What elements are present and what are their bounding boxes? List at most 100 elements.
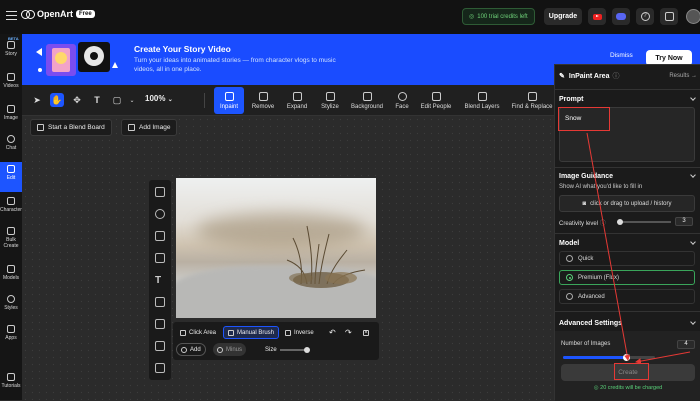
info-icon[interactable]: ⓘ bbox=[600, 221, 606, 227]
youtube-icon bbox=[592, 13, 602, 20]
creativity-value[interactable]: 3 bbox=[675, 217, 693, 226]
text-icon[interactable]: T bbox=[155, 275, 165, 286]
upgrade-button[interactable]: Upgrade bbox=[544, 8, 582, 25]
manual-brush-button[interactable]: Manual Brush bbox=[223, 326, 280, 339]
video-icon bbox=[7, 73, 15, 81]
select-tool-icon[interactable]: ➤ bbox=[30, 93, 44, 107]
results-link[interactable]: Results → bbox=[669, 73, 697, 79]
panel-header: ✎ InPaint Area ⓘ Results → bbox=[555, 69, 700, 83]
slider-knob[interactable] bbox=[622, 354, 630, 361]
shapes-icon[interactable] bbox=[155, 297, 165, 307]
button-label: Manual Brush bbox=[237, 329, 275, 336]
menu-icon[interactable] bbox=[6, 11, 17, 20]
start-blend-board-button[interactable]: Start a Blend Board bbox=[30, 119, 112, 136]
tool-stylize[interactable]: Stylize bbox=[315, 87, 345, 114]
chevron-down-icon[interactable]: ⌄ bbox=[125, 93, 139, 107]
tutorials-icon bbox=[7, 373, 15, 381]
zoom-level[interactable]: 100% ⌄ bbox=[145, 94, 173, 103]
plus-icon bbox=[181, 346, 187, 353]
sidebar-item-styles[interactable]: Styles bbox=[0, 292, 22, 322]
tool-find-replace[interactable]: Find & Replace bbox=[510, 87, 554, 114]
sidebar-item-edit[interactable]: Edit bbox=[0, 162, 22, 192]
add-image-button[interactable]: Add Image bbox=[121, 119, 178, 136]
people-icon bbox=[431, 91, 441, 101]
slider-knob[interactable] bbox=[304, 347, 310, 353]
canvas-area[interactable]: Start a Blend Board Add Image T Click Ar… bbox=[22, 116, 554, 400]
model-section-header[interactable]: Model bbox=[555, 236, 700, 250]
magic-icon[interactable] bbox=[155, 187, 165, 197]
num-images-value[interactable]: 4 bbox=[677, 340, 695, 349]
button-label: Inverse bbox=[294, 329, 314, 336]
help-button[interactable]: ? bbox=[636, 8, 654, 25]
tool-label: Remove bbox=[251, 103, 275, 110]
sidebar-item-image[interactable]: Image bbox=[0, 102, 22, 132]
character-icon bbox=[7, 197, 15, 205]
help-icon: ? bbox=[640, 12, 650, 21]
close-mask-button[interactable]: × bbox=[359, 326, 373, 339]
inverse-button[interactable]: Inverse bbox=[281, 326, 318, 339]
shape-tool-icon[interactable]: ▢ bbox=[110, 93, 124, 107]
num-images-label: Number of Images bbox=[561, 341, 611, 347]
sidebar-item-label: Character bbox=[0, 207, 22, 213]
radio-icon bbox=[566, 255, 573, 262]
tool-inpaint[interactable]: Inpaint bbox=[214, 87, 244, 114]
creativity-slider[interactable] bbox=[617, 219, 671, 225]
add-mode-button[interactable]: Add bbox=[176, 343, 206, 356]
background-icon bbox=[362, 91, 372, 101]
model-option-quick[interactable]: Quick bbox=[559, 251, 695, 266]
sidebar-item-chat[interactable]: Chat bbox=[0, 132, 22, 162]
brush-size-slider[interactable] bbox=[280, 347, 310, 353]
info-icon[interactable]: ⓘ bbox=[612, 71, 619, 81]
guidance-section-header[interactable]: Image Guidance bbox=[555, 169, 700, 183]
avatar[interactable] bbox=[686, 9, 700, 24]
slider-knob[interactable] bbox=[617, 219, 623, 225]
sidebar-item-apps[interactable]: Apps bbox=[0, 322, 22, 352]
model-option-advanced[interactable]: Advanced bbox=[559, 289, 695, 304]
prompt-section-header[interactable]: Prompt bbox=[555, 92, 700, 106]
profile-menu-button[interactable] bbox=[660, 8, 678, 25]
sidebar-item-character[interactable]: Character bbox=[0, 194, 22, 224]
tool-edit-people[interactable]: Edit People bbox=[418, 87, 454, 114]
layers-icon[interactable] bbox=[155, 253, 165, 263]
image-upload-dropzone[interactable]: ◙ click or drag to upload / history bbox=[559, 195, 695, 212]
discord-icon bbox=[616, 13, 626, 20]
hand-tool-icon[interactable]: ✋ bbox=[50, 93, 64, 107]
dismiss-button[interactable]: Dismiss bbox=[610, 52, 633, 59]
tool-expand[interactable]: Expand bbox=[282, 87, 312, 114]
click-area-button[interactable]: Click Area bbox=[176, 326, 220, 339]
brand-logo[interactable]: OpenArt Free bbox=[21, 9, 95, 19]
crop-icon[interactable] bbox=[155, 231, 165, 241]
save-icon[interactable] bbox=[155, 341, 165, 351]
model-option-premium[interactable]: Premium (Flux) bbox=[559, 270, 695, 285]
minus-mode-button[interactable]: Minus bbox=[213, 343, 247, 356]
sidebar-item-label: Videos bbox=[3, 83, 19, 89]
canvas-image[interactable] bbox=[176, 178, 376, 318]
tool-face[interactable]: Face bbox=[390, 87, 414, 114]
redo-button[interactable]: ↷ bbox=[341, 326, 356, 339]
model-label: Premium (Flux) bbox=[578, 274, 620, 281]
tool-background[interactable]: Background bbox=[349, 87, 385, 114]
sidebar-item-models[interactable]: Models bbox=[0, 262, 22, 292]
person-icon[interactable] bbox=[155, 209, 165, 219]
advanced-section-header[interactable]: Advanced Settings bbox=[555, 316, 700, 330]
download-icon[interactable] bbox=[155, 319, 165, 329]
sidebar-item-videos[interactable]: Videos bbox=[0, 70, 22, 100]
youtube-button[interactable] bbox=[588, 8, 606, 25]
trash-icon[interactable] bbox=[155, 363, 165, 373]
tool-label: Stylize bbox=[321, 103, 339, 110]
section-title: Advanced Settings bbox=[559, 319, 623, 327]
text-tool-icon[interactable]: T bbox=[90, 93, 104, 107]
sidebar-item-story[interactable]: Story bbox=[0, 38, 22, 68]
credits-indicator[interactable]: ◎ 100 trial credits left bbox=[462, 8, 535, 25]
image-icon bbox=[7, 105, 15, 113]
move-tool-icon[interactable]: ✥ bbox=[70, 93, 84, 107]
discord-button[interactable] bbox=[612, 8, 630, 25]
dry-grass-illustration bbox=[286, 225, 366, 288]
undo-button[interactable]: ↶ bbox=[325, 326, 340, 339]
sidebar-item-tutorials[interactable]: Tutorials bbox=[0, 370, 22, 400]
sidebar-item-bulk-create[interactable]: Bulk Create bbox=[0, 224, 22, 258]
tool-remove[interactable]: Remove bbox=[248, 87, 278, 114]
credits-icon: ◎ bbox=[593, 385, 599, 391]
num-images-slider[interactable] bbox=[563, 354, 655, 361]
tool-blend-layers[interactable]: Blend Layers bbox=[462, 87, 502, 114]
